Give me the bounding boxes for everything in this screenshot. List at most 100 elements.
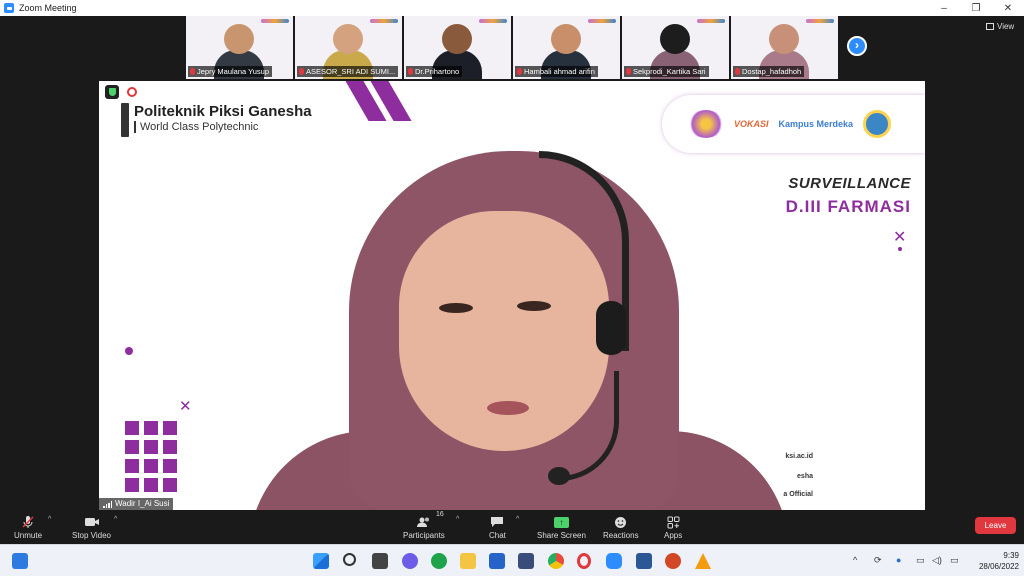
chat-bubble-icon	[490, 514, 504, 530]
share-screen-button[interactable]: ↑ Share Screen	[537, 514, 586, 540]
tray-microphone-icon[interactable]: ●	[896, 555, 901, 565]
participant-thumbnail[interactable]: Jepry Maulana Yusup	[186, 16, 293, 79]
reactions-button[interactable]: Reactions	[603, 514, 639, 540]
microphone-muted-icon	[626, 68, 631, 75]
apps-label: Apps	[664, 531, 683, 540]
security-shield-icon[interactable]	[105, 85, 119, 99]
restore-button[interactable]: ❐	[960, 0, 992, 16]
zoom-app-icon	[4, 3, 14, 13]
headset-mic-icon	[548, 467, 570, 485]
participant-name: ASESOR_SRI ADI SUMI...	[306, 67, 396, 76]
chat-options-chevron-icon[interactable]: ^	[516, 516, 519, 523]
event-logo-icon	[688, 110, 724, 138]
close-button[interactable]: ✕	[992, 0, 1024, 16]
view-button[interactable]: View	[986, 22, 1014, 31]
chevron-right-icon: ›	[855, 38, 859, 52]
file-explorer-icon[interactable]	[460, 553, 476, 569]
store-icon[interactable]	[518, 553, 534, 569]
minimize-button[interactable]: –	[928, 0, 960, 16]
kampus-merdeka-logo: Kampus Merdeka	[778, 118, 854, 129]
taskbar-clock[interactable]: 9:39 28/06/2022	[965, 550, 1019, 572]
participant-head	[769, 24, 799, 54]
sync-icon[interactable]: ⟳	[874, 555, 882, 566]
grid-view-icon	[986, 23, 994, 30]
video-camera-icon	[84, 514, 100, 530]
participant-head	[333, 24, 363, 54]
participant-name-tag: Hambali ahmad arifin	[515, 66, 598, 77]
unmute-button[interactable]: Unmute	[14, 514, 42, 540]
chrome-browser-icon[interactable]	[548, 553, 564, 569]
microphone-muted-icon	[408, 68, 413, 75]
square-grid-decoration	[125, 421, 177, 492]
audio-options-chevron-icon[interactable]: ^	[48, 516, 51, 523]
battery-icon[interactable]: ▭	[950, 555, 959, 566]
share-screen-icon: ↑	[553, 514, 569, 530]
participant-head	[551, 24, 581, 54]
thumbnail-sponsor-strip	[370, 19, 398, 23]
thumbnail-sponsor-strip	[588, 19, 616, 23]
participants-options-chevron-icon[interactable]: ^	[456, 516, 459, 523]
windows-start-icon[interactable]	[313, 553, 329, 569]
participant-thumbnail[interactable]: ASESOR_SRI ADI SUMI...	[295, 16, 402, 79]
participant-name: Sekprodi_Kartika Sari	[633, 67, 706, 76]
participant-name-tag: Jepry Maulana Yusup	[188, 66, 272, 77]
word-icon[interactable]	[636, 553, 652, 569]
microphone-muted-icon	[735, 68, 740, 75]
x-decoration-icon: ✕	[893, 229, 907, 246]
search-icon[interactable]	[343, 553, 356, 566]
microphone-muted-icon	[517, 68, 522, 75]
powerpoint-icon[interactable]	[665, 553, 681, 569]
window-title: Zoom Meeting	[19, 3, 77, 13]
task-view-icon[interactable]	[372, 553, 388, 569]
participant-thumbnail-strip: Jepry Maulana Yusup ASESOR_SRI ADI SUMI..…	[186, 16, 838, 79]
background-program: D.III FARMASI	[785, 197, 911, 216]
background-contact-website: ksi.ac.id	[785, 453, 813, 460]
next-page-button[interactable]: ›	[847, 36, 867, 56]
headset-earcup	[596, 301, 626, 355]
title-bar: Zoom Meeting – ❐ ✕	[0, 0, 1024, 16]
leave-button[interactable]: Leave	[975, 517, 1016, 534]
participants-icon	[416, 514, 432, 530]
dot-decoration	[898, 247, 902, 251]
speaker-mouth	[487, 401, 529, 415]
recording-icon	[127, 87, 137, 97]
smiley-icon	[614, 514, 627, 530]
participant-thumbnail[interactable]: Dr.Prihartono	[404, 16, 511, 79]
mail-icon[interactable]	[489, 553, 505, 569]
edge-browser-icon[interactable]	[431, 553, 447, 569]
tray-overflow-chevron-icon[interactable]: ^	[853, 555, 857, 565]
reactions-label: Reactions	[603, 531, 639, 540]
microphone-muted-icon	[21, 514, 35, 530]
volume-icon[interactable]: ◁)	[932, 555, 942, 566]
widgets-icon[interactable]	[12, 553, 28, 569]
org-logo-mark	[121, 103, 129, 137]
participant-thumbnail[interactable]: Hambali ahmad arifin	[513, 16, 620, 79]
participant-thumbnail[interactable]: Dostap_hafadhoh	[731, 16, 838, 79]
display-icon[interactable]: ▭	[916, 555, 925, 566]
participant-name-tag: Sekprodi_Kartika Sari	[624, 66, 709, 77]
org-name: Politeknik Piksi Ganesha	[134, 103, 312, 120]
background-heading: SURVEILLANCE	[788, 175, 911, 192]
meeting-area: Jepry Maulana Yusup ASESOR_SRI ADI SUMI..…	[0, 16, 1024, 511]
participant-thumbnail[interactable]: Sekprodi_Kartika Sari	[622, 16, 729, 79]
clock-date: 28/06/2022	[978, 562, 1019, 571]
stop-video-button[interactable]: Stop Video	[72, 514, 111, 540]
active-speaker-video[interactable]: Politeknik Piksi Ganesha World Class Pol…	[99, 81, 925, 510]
opera-browser-icon[interactable]	[577, 553, 591, 569]
apps-button[interactable]: Apps	[664, 514, 682, 540]
participant-name: Hambali ahmad arifin	[524, 67, 595, 76]
vlc-player-icon[interactable]	[695, 553, 711, 569]
chat-button[interactable]: Chat	[489, 514, 506, 540]
windows-taskbar: ^ ⟳ ● ▭ ◁) ▭ 9:39 28/06/2022	[0, 544, 1024, 576]
participant-head	[660, 24, 690, 54]
teams-chat-icon[interactable]	[402, 553, 418, 569]
chat-label: Chat	[489, 531, 506, 540]
speaker-name-tag: Wadir I_Ai Susi	[99, 498, 174, 510]
signal-strength-icon	[103, 500, 112, 508]
thumbnail-sponsor-strip	[261, 19, 289, 23]
share-screen-label: Share Screen	[537, 531, 586, 540]
zoom-taskbar-icon[interactable]	[606, 553, 622, 569]
participant-head	[224, 24, 254, 54]
microphone-muted-icon	[190, 68, 195, 75]
video-options-chevron-icon[interactable]: ^	[114, 516, 117, 523]
